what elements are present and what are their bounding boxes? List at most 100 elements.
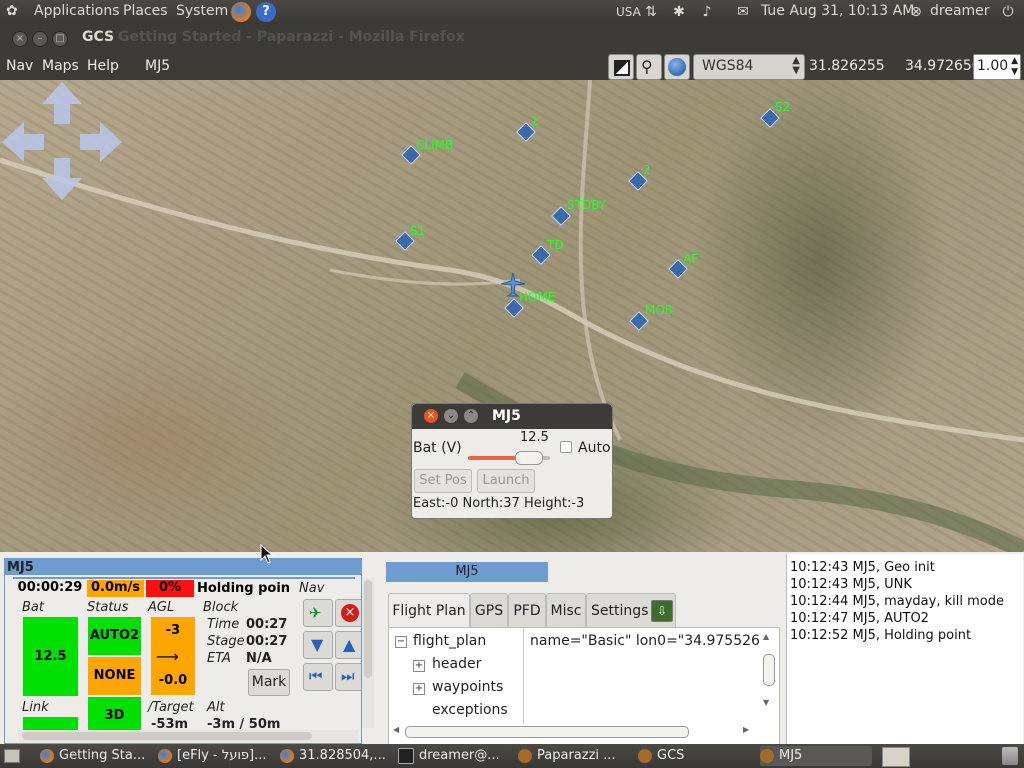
move-down-icon[interactable]: ▼ bbox=[303, 631, 333, 659]
waypoint-label-mob: MOB bbox=[645, 303, 674, 317]
network-icon[interactable]: ⇅ bbox=[642, 3, 660, 21]
dialog-close-icon[interactable]: × bbox=[424, 409, 438, 423]
menu-nav[interactable]: Nav bbox=[6, 58, 33, 74]
globe-icon[interactable] bbox=[664, 54, 690, 80]
projection-select[interactable]: WGS84 ▲ ▼ bbox=[693, 54, 805, 80]
attr-vertical-scrollbar[interactable]: ▲ ▼ bbox=[761, 632, 775, 712]
link-label: Link bbox=[22, 700, 49, 715]
move-up-icon[interactable]: ▲ bbox=[335, 631, 361, 659]
task-mj5[interactable]: MJ5 bbox=[760, 746, 872, 766]
zoom-icon[interactable]: ⚲ bbox=[636, 54, 662, 80]
takeoff-icon[interactable]: ✈ bbox=[303, 599, 333, 627]
bottom-pane: MJ5 00:00:29 0.0m/s 0% Holding poin Nav … bbox=[0, 552, 1024, 745]
menu-aircraft[interactable]: MJ5 bbox=[145, 58, 170, 74]
tree-node-exceptions[interactable]: exceptions bbox=[432, 702, 508, 718]
task-gcs[interactable]: GCS bbox=[638, 746, 750, 766]
expand-header-icon[interactable]: + bbox=[413, 660, 425, 672]
dialog-minimize-icon[interactable]: ⌄ bbox=[444, 409, 458, 423]
aircraft-tab[interactable]: MJ5 bbox=[386, 562, 548, 582]
agl-label: AGL bbox=[148, 600, 175, 615]
ubuntu-logo-icon[interactable]: ✿ bbox=[6, 3, 18, 19]
battery-slider-knob[interactable] bbox=[514, 451, 543, 465]
mark-button[interactable]: Mark bbox=[248, 669, 290, 696]
workspace-switcher[interactable] bbox=[882, 747, 910, 767]
help-launcher-icon[interactable]: ? bbox=[256, 2, 276, 22]
kill-throttle-icon[interactable]: × bbox=[335, 599, 361, 627]
clock[interactable]: Tue Aug 31, 10:13 AM bbox=[761, 3, 914, 19]
dialog-titlebar[interactable]: × ⌄ ⌃ MJ5 bbox=[412, 404, 612, 429]
dialog-maximize-icon[interactable]: ⌃ bbox=[464, 409, 478, 423]
set-pos-button[interactable]: Set Pos bbox=[414, 469, 472, 493]
power-icon[interactable]: ⏻ bbox=[999, 3, 1017, 21]
rc-status: NONE bbox=[88, 657, 141, 695]
waypoint-label-2: 2 bbox=[643, 163, 651, 177]
strip-horizontal-scrollbar[interactable] bbox=[18, 730, 358, 742]
task-getting-started[interactable]: Getting Sta... bbox=[40, 746, 152, 766]
keyboard-layout[interactable]: USA bbox=[616, 5, 641, 19]
tree-node-flight-plan[interactable]: flight_plan bbox=[413, 633, 486, 649]
pane-divider[interactable] bbox=[523, 628, 524, 724]
launch-button[interactable]: Launch bbox=[477, 469, 535, 493]
menu-applications[interactable]: Applications bbox=[34, 3, 120, 19]
pan-down-arrow-icon[interactable] bbox=[40, 158, 84, 200]
strip-vertical-scrollbar[interactable] bbox=[362, 578, 374, 728]
agl-box: -3 ⟶ -0.0 bbox=[151, 617, 195, 695]
firefox-icon bbox=[158, 748, 172, 763]
task-paparazzi[interactable]: Paparazzi ... bbox=[518, 746, 630, 766]
bluetooth-icon[interactable]: ✱ bbox=[670, 3, 688, 21]
show-desktop-icon[interactable] bbox=[4, 749, 20, 763]
spin-arrows-icon[interactable]: ▲ ▼ bbox=[1011, 56, 1018, 78]
pan-up-arrow-icon[interactable] bbox=[40, 82, 84, 124]
mail-icon[interactable]: ✉ bbox=[734, 3, 752, 21]
fit-map-icon[interactable] bbox=[608, 54, 634, 80]
task-terminal[interactable]: dreamer@... bbox=[398, 746, 510, 766]
tab-pfd[interactable]: PFD bbox=[508, 593, 546, 628]
mouse-cursor-icon bbox=[260, 544, 274, 564]
battery-slider-track[interactable] bbox=[468, 451, 550, 465]
firefox-launcher-icon[interactable] bbox=[231, 2, 251, 22]
waypoint-label-af: AF bbox=[683, 252, 699, 266]
user-status-icon[interactable]: ⊗ bbox=[907, 3, 925, 21]
block-label: Block bbox=[203, 600, 239, 615]
aircraft-icon[interactable] bbox=[500, 273, 526, 297]
strip-aircraft-name: MJ5 bbox=[7, 560, 34, 575]
tree-node-header[interactable]: header bbox=[432, 656, 481, 672]
stage-label: Stage bbox=[207, 634, 245, 649]
menu-help[interactable]: Help bbox=[87, 58, 119, 74]
tab-misc[interactable]: Misc bbox=[546, 593, 586, 628]
tab-gps[interactable]: GPS bbox=[470, 593, 508, 628]
climb-rate: -0.0 bbox=[158, 673, 188, 688]
expand-waypoints-icon[interactable]: + bbox=[413, 683, 425, 695]
log-line: 10:12:47 MJ5, AUTO2 bbox=[790, 611, 929, 626]
pan-right-arrow-icon[interactable] bbox=[80, 120, 122, 164]
trash-icon[interactable] bbox=[1002, 747, 1018, 765]
tree-horizontal-scrollbar[interactable]: ◀ ▶ bbox=[393, 724, 753, 738]
next-block-icon[interactable]: ⏭ bbox=[335, 663, 361, 691]
collapse-flight-plan-icon[interactable]: − bbox=[395, 636, 407, 648]
battery-value: 12.5 bbox=[23, 617, 78, 696]
task-efly[interactable]: [eFly - פועל]... bbox=[158, 746, 272, 766]
upload-settings-icon[interactable]: ⇩ bbox=[651, 600, 673, 622]
position-readout: East:-0 North:37 Height:-3 bbox=[413, 496, 585, 511]
zoom-spinbox[interactable]: 1.00 ▲ ▼ bbox=[973, 54, 1021, 80]
tab-settings[interactable]: Settings ⇩ bbox=[586, 593, 676, 627]
waypoint-label-s1: S1 bbox=[410, 224, 426, 238]
tab-flight-plan[interactable]: Flight Plan bbox=[388, 593, 470, 628]
menu-places[interactable]: Places bbox=[123, 3, 168, 19]
task-label: GCS bbox=[657, 748, 685, 763]
menu-maps[interactable]: Maps bbox=[42, 58, 79, 74]
eta-label: ETA bbox=[207, 651, 231, 666]
minimize-window-icon[interactable]: – bbox=[32, 31, 48, 47]
gps-status: 3D bbox=[88, 697, 141, 734]
previous-block-icon[interactable]: ⏮ bbox=[303, 663, 333, 691]
user-name[interactable]: dreamer bbox=[930, 3, 990, 19]
tree-node-waypoints[interactable]: waypoints bbox=[432, 679, 503, 695]
menu-system[interactable]: System bbox=[176, 3, 228, 19]
auto-checkbox[interactable] bbox=[560, 441, 572, 453]
window-titlebar[interactable]: × – □ GCS Getting Started - Paparazzi - … bbox=[0, 24, 1024, 52]
close-window-icon[interactable]: × bbox=[12, 31, 28, 47]
task-coordinates[interactable]: 31.828504,... bbox=[280, 746, 392, 766]
volume-icon[interactable]: ♪ bbox=[698, 3, 716, 21]
maximize-window-icon[interactable]: □ bbox=[52, 31, 68, 47]
pan-left-arrow-icon[interactable] bbox=[2, 120, 44, 164]
